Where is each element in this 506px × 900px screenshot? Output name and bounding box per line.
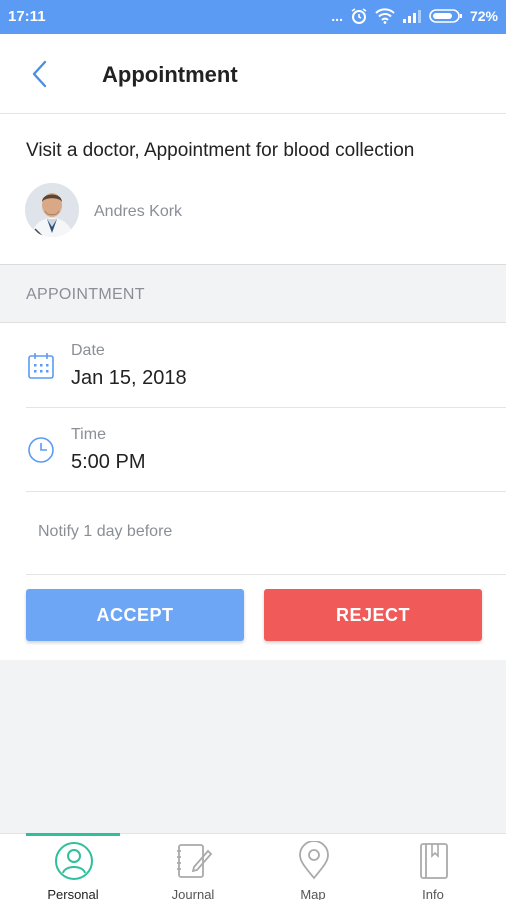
- time-row[interactable]: Time 5:00 PM: [0, 407, 506, 492]
- tab-label: Map: [300, 887, 326, 900]
- time-label: Time: [71, 426, 106, 443]
- clock-icon: [26, 435, 56, 465]
- tab-personal[interactable]: Personal: [23, 834, 123, 900]
- status-bar: 17:11 ... 72%: [0, 0, 506, 34]
- app-header: Appointment: [0, 34, 506, 114]
- tab-map[interactable]: Map: [263, 834, 363, 900]
- divider: [26, 574, 506, 575]
- appointment-title: Visit a doctor, Appointment for blood co…: [26, 140, 415, 161]
- bottom-tab-bar: Personal Journal Map Info: [0, 833, 506, 900]
- section-label: APPOINTMENT: [26, 286, 145, 303]
- tab-label: Personal: [47, 887, 99, 900]
- reject-button[interactable]: REJECT: [264, 589, 482, 641]
- doctor-name: Andres Kork: [94, 203, 183, 220]
- date-row[interactable]: Date Jan 15, 2018: [0, 323, 506, 408]
- battery-icon: [429, 8, 463, 24]
- calendar-icon: [26, 351, 56, 381]
- date-label: Date: [71, 342, 105, 359]
- chevron-left-icon[interactable]: [26, 56, 56, 92]
- tab-journal[interactable]: Journal: [143, 834, 243, 900]
- doctor-avatar: [25, 183, 79, 237]
- signal-icon: [402, 9, 422, 23]
- divider: [26, 491, 506, 492]
- page-title: Appointment: [102, 62, 238, 87]
- appointment-details: Date Jan 15, 2018 Time 5:00 PM Notify 1 …: [0, 323, 506, 660]
- date-value: Jan 15, 2018: [71, 367, 187, 389]
- status-icons: ... 72%: [331, 7, 498, 25]
- appointment-info-card: Visit a doctor, Appointment for blood co…: [0, 114, 506, 265]
- section-header: APPOINTMENT: [0, 266, 506, 323]
- accept-button[interactable]: ACCEPT: [26, 589, 244, 641]
- wifi-icon: [375, 8, 395, 24]
- notify-reminder[interactable]: Notify 1 day before: [38, 523, 172, 541]
- tab-label: Info: [422, 887, 444, 900]
- tab-info[interactable]: Info: [383, 834, 483, 900]
- tab-label: Journal: [171, 887, 215, 900]
- battery-percent: 72%: [469, 8, 498, 24]
- status-time: 17:11: [8, 8, 46, 25]
- more-dots: ...: [331, 8, 343, 24]
- time-value: 5:00 PM: [71, 451, 146, 473]
- alarm-icon: [350, 7, 368, 25]
